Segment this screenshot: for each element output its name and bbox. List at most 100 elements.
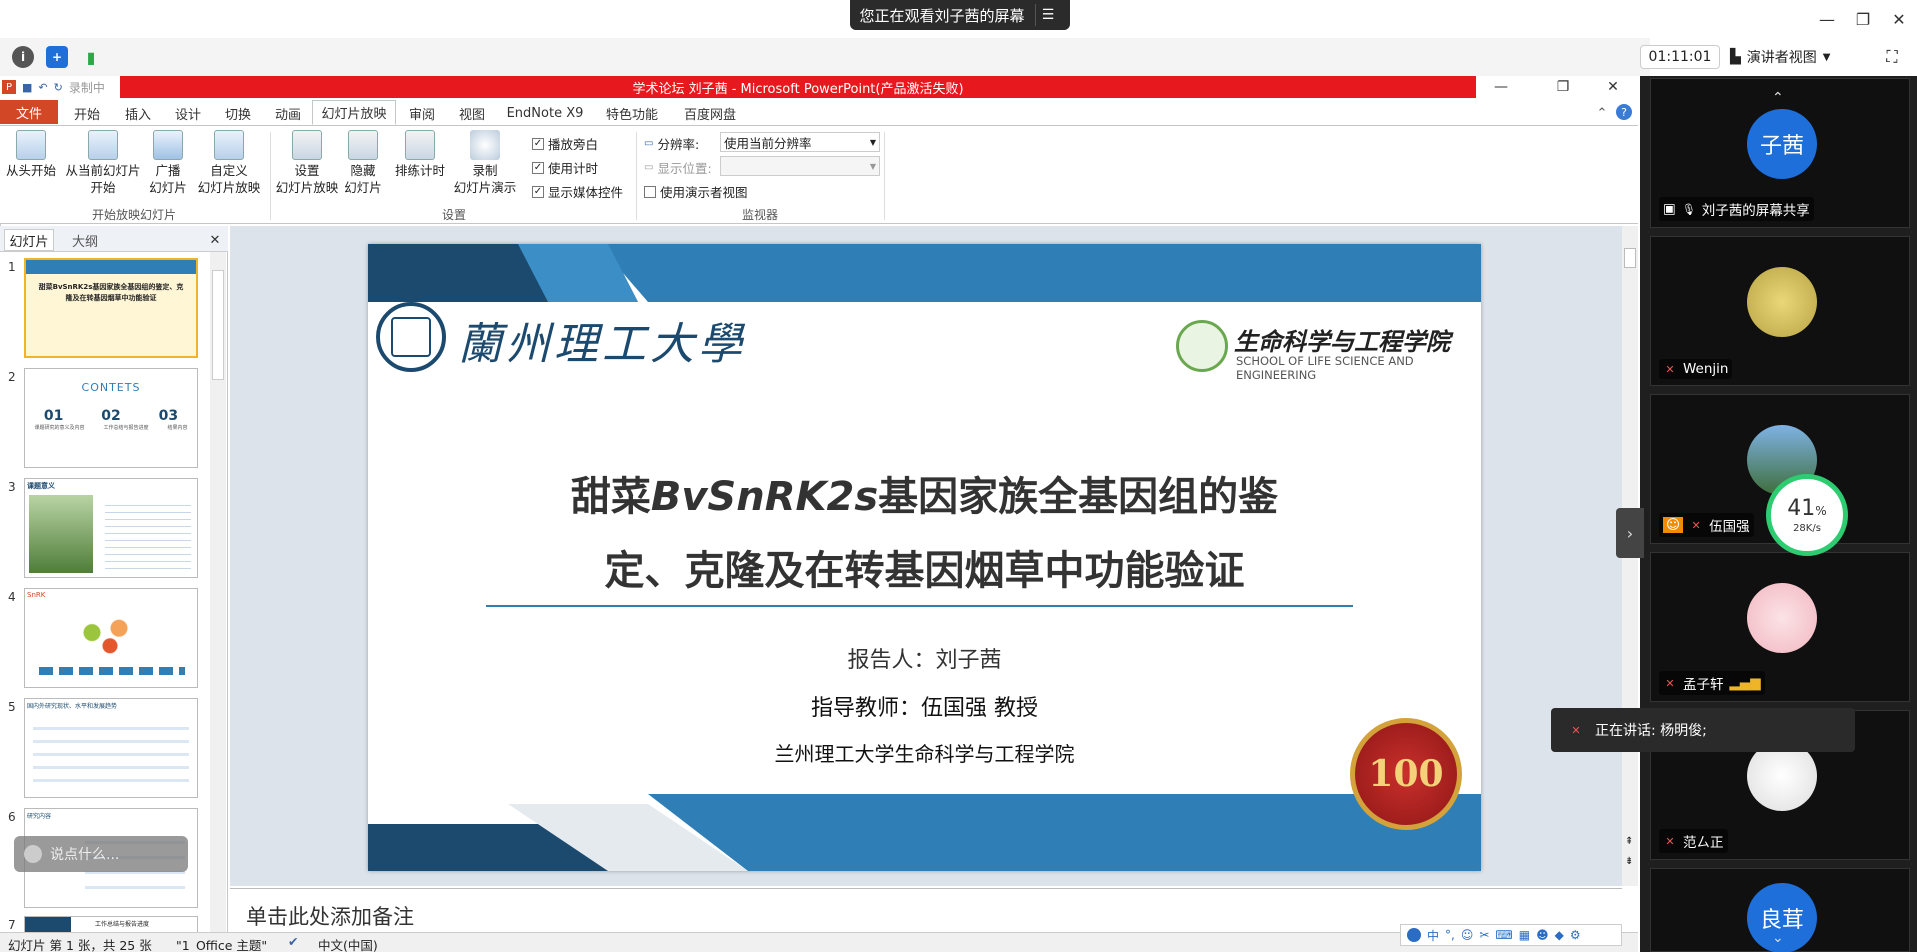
show-media-checkbox[interactable]: ✓ 显示媒体控件 [532, 182, 623, 201]
restore-icon[interactable]: ❐ [1848, 6, 1878, 32]
ime-tools-icon[interactable]: ✂ [1479, 928, 1489, 942]
next-slide-icon[interactable]: ⇟ [1625, 856, 1633, 867]
from-current-button[interactable]: 从当前幻灯片 开始 [60, 130, 146, 196]
fullscreen-icon[interactable]: ⛶ [1880, 45, 1904, 69]
scroll-down-icon[interactable]: ⌄ [1772, 930, 1784, 946]
thumb-title: SnRK [27, 591, 46, 599]
ppt-restore-icon[interactable]: ❐ [1540, 76, 1586, 98]
help-icon[interactable]: ? [1616, 104, 1632, 120]
thumb-item-3: 结果内容 [167, 425, 188, 431]
prev-slide-icon[interactable]: ⇞ [1625, 836, 1633, 847]
from-start-button[interactable]: 从头开始 [2, 130, 60, 179]
scrollbar-thumb[interactable] [212, 270, 224, 380]
thumbnail-slide-2[interactable]: CONTETS 01 02 03 课题研究的意义及内容 工作总结与报告进度 结果… [24, 368, 198, 468]
ime-emoji-icon[interactable]: ☺ [1461, 928, 1474, 942]
chat-input[interactable]: 说点什么... [14, 836, 188, 872]
info-icon[interactable]: i [12, 46, 34, 68]
thumb-num-02: 02 [101, 408, 121, 424]
resolution-select[interactable]: 使用当前分辨率 ▼ [720, 132, 880, 152]
current-slide[interactable]: 蘭州理工大學 生命科学与工程学院 SCHOOL OF LIFE SCIENCE … [368, 244, 1481, 871]
tab-slideshow[interactable]: 幻灯片放映 [312, 100, 396, 125]
play-narration-checkbox[interactable]: ✓ 播放旁白 [532, 134, 598, 153]
tab-file[interactable]: 文件 [0, 100, 58, 124]
custom-show-icon [214, 130, 244, 160]
ime-user-icon[interactable]: ☻ [1536, 928, 1549, 942]
custom-show-button[interactable]: 自定义 幻灯片放映 [192, 130, 266, 196]
tab-features[interactable]: 特色功能 [600, 102, 664, 124]
scrollbar-thumb[interactable] [1624, 248, 1636, 268]
ime-chinese-icon[interactable]: 中 [1427, 927, 1439, 944]
tab-home[interactable]: 开始 [62, 102, 112, 124]
thumb-title: 甜菜BvSnRK2s基因家族全基因组的鉴定、克隆及在转基因烟草中功能验证 [38, 283, 184, 302]
participant-tile[interactable]: ✕ Wenjin [1650, 236, 1910, 386]
signal-icon[interactable]: ▮ [80, 46, 102, 68]
broadcast-button[interactable]: 广播 幻灯片 [146, 130, 190, 196]
checkbox-box [644, 185, 656, 198]
thumbnail-slide-1[interactable]: 甜菜BvSnRK2s基因家族全基因组的鉴定、克隆及在转基因烟草中功能验证 [24, 258, 198, 358]
mic-muted-icon: ✕ [1571, 723, 1581, 737]
network-gauge: 41% 28K/s [1766, 474, 1848, 556]
tab-outline[interactable]: 大纲 [60, 229, 110, 251]
school-name-en: SCHOOL OF LIFE SCIENCE AND ENGINEERING [1236, 354, 1414, 382]
ppt-minimize-icon[interactable]: — [1478, 76, 1524, 98]
thumbnail-slide-5[interactable]: 国内外研究现状、水平和发展趋势 [24, 698, 198, 798]
language: 中文(中国) [318, 938, 378, 952]
rehearse-timings-button[interactable]: 排练计时 [390, 130, 450, 179]
tab-design[interactable]: 设计 [166, 102, 210, 124]
tab-endnote[interactable]: EndNote X9 [502, 102, 588, 124]
minimize-icon[interactable]: — [1812, 6, 1842, 32]
ppt-close-icon[interactable]: ✕ [1590, 76, 1636, 98]
record-slideshow-button[interactable]: 录制 幻灯片演示 [450, 130, 520, 196]
undo-icon[interactable]: ↶ [38, 81, 47, 94]
custom-show-label-1: 自定义 [210, 163, 248, 178]
stopwatch-icon [405, 130, 435, 160]
thumbnail-scrollbar[interactable] [210, 252, 226, 932]
tab-baidu[interactable]: 百度网盘 [678, 102, 742, 124]
setup-slideshow-button[interactable]: 设置 幻灯片放映 [274, 130, 340, 196]
presenter-view-chk-label: 使用演示者视图 [660, 185, 748, 200]
participant-name-wrap: ✕ 孟子轩 ▂▄▆ [1659, 671, 1765, 695]
close-icon[interactable]: ✕ [1884, 6, 1914, 32]
spellcheck-icon[interactable]: ✔ [288, 934, 298, 949]
tab-view[interactable]: 视图 [450, 102, 494, 124]
participant-name-wrap: ✕ 范ㄙ正 [1659, 829, 1728, 853]
presenter-view-checkbox[interactable]: 使用演示者视图 [644, 182, 748, 201]
hide-slide-icon [348, 130, 378, 160]
ime-skin-icon[interactable]: ▦ [1519, 928, 1530, 942]
presenter-view-label: 演讲者视图 [1746, 50, 1817, 66]
ime-shirt-icon[interactable]: ◆ [1555, 928, 1564, 942]
chevron-down-icon: ▼ [1822, 51, 1831, 63]
save-icon[interactable]: ■ [22, 81, 32, 94]
hide-label-1: 隐藏 [350, 163, 376, 178]
ime-keyboard-icon[interactable]: ⌨ [1495, 928, 1512, 942]
collapse-panel-button[interactable]: › [1616, 508, 1644, 558]
thumb-text-lines [33, 717, 189, 783]
mic-muted-icon: ✕ [1691, 518, 1701, 532]
tab-slides[interactable]: 幻灯片 [4, 229, 54, 251]
menu-icon[interactable]: ☰ [1034, 4, 1061, 26]
collapse-ribbon-icon[interactable]: ⌃ [1594, 102, 1610, 124]
screen-share-banner[interactable]: 您正在观看刘子茜的屏幕 ☰ [850, 0, 1070, 30]
show-on-select[interactable]: ▼ [720, 156, 880, 176]
tab-insert[interactable]: 插入 [116, 102, 160, 124]
tab-animations[interactable]: 动画 [266, 102, 310, 124]
ime-punct-icon[interactable]: °, [1445, 928, 1455, 942]
scroll-up-icon[interactable]: ⌃ [1772, 90, 1784, 106]
tab-review[interactable]: 审阅 [400, 102, 444, 124]
redo-icon[interactable]: ↻ [54, 81, 63, 94]
ime-settings-icon[interactable]: ⚙ [1570, 928, 1581, 942]
participant-tile[interactable]: ✕ 孟子轩 ▂▄▆ [1650, 552, 1910, 702]
mic-muted-icon: ✕ [1665, 362, 1675, 376]
thumbnail-slide-3[interactable]: 课题意义 [24, 478, 198, 578]
tab-transitions[interactable]: 切换 [216, 102, 260, 124]
rehearse-label: 排练计时 [394, 163, 445, 178]
shield-icon[interactable]: + [46, 46, 68, 68]
emoji-icon [24, 845, 42, 863]
thumbnail-slide-7[interactable]: 工作总结与报告进度 [24, 916, 198, 932]
thumbnail-slide-4[interactable]: SnRK [24, 588, 198, 688]
use-timings-checkbox[interactable]: ✓ 使用计时 [532, 158, 598, 177]
close-panel-icon[interactable]: ✕ [206, 229, 224, 251]
ime-toolbar[interactable]: 中 °, ☺ ✂ ⌨ ▦ ☻ ◆ ⚙ [1400, 924, 1622, 946]
hide-slide-button[interactable]: 隐藏 幻灯片 [340, 130, 386, 196]
presenter-view-dropdown[interactable]: ▙ 演讲者视图 ▼ [1730, 45, 1860, 69]
